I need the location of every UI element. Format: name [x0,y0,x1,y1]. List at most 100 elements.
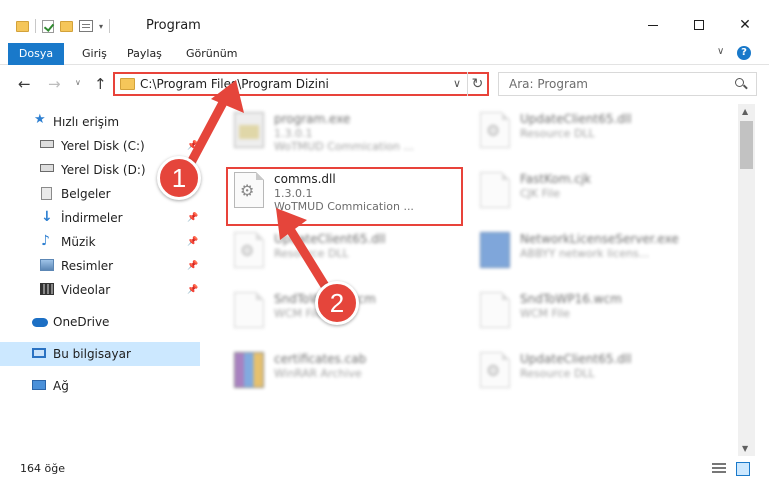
expand-ribbon-icon[interactable]: ∨ [717,46,724,57]
exe-icon [234,112,264,148]
address-path[interactable]: C:\Program Files\Program Dizini [140,77,329,91]
tab-home[interactable]: Giriş [72,43,117,65]
drive-icon [40,140,54,148]
navigation-bar: ← → ∨ ↑ C:\Program Files\Program Dizini … [0,66,769,102]
search-input[interactable]: Ara: Program [509,77,588,91]
file-item-networklicenseserver[interactable]: NetworkLicenseServer.exe ABBYY network l… [472,226,712,274]
maximize-icon [694,20,704,30]
file-item-updateclient[interactable]: UpdateClient65.dll Resource DLL [472,346,712,394]
sidebar-item-videos[interactable]: Videolar 📌 [0,278,200,302]
close-button[interactable]: ✕ [722,10,768,40]
sidebar-item-label: İndirmeler [61,211,123,225]
file-type: Resource DLL [520,127,595,140]
file-name: UpdateClient65.dll [520,352,632,366]
close-icon: ✕ [739,17,751,33]
sidebar-item-label: Videolar [61,283,111,297]
folder-icon [16,20,29,32]
recent-locations-chevron-icon[interactable]: ∨ [75,78,81,87]
file-type: Resource DLL [520,367,595,380]
file-name: UpdateClient65.dll [274,232,386,246]
sidebar-item-pictures[interactable]: Resimler 📌 [0,254,200,278]
sidebar-item-label: Belgeler [61,187,111,201]
pin-icon[interactable]: 📌 [187,213,198,223]
step-badge-1: 1 [157,156,201,200]
download-icon: ↓ [41,209,53,225]
drive-icon [40,164,54,172]
music-icon: ♪ [41,233,50,249]
dll-icon [480,352,510,388]
sidebar-item-local-disk-c[interactable]: Yerel Disk (C:) 📌 [0,134,200,158]
sidebar-item-label: Yerel Disk (C:) [61,139,145,153]
file-description: WoTMUD Commication ... [274,140,414,153]
scroll-up-icon[interactable]: ▲ [742,107,748,116]
minimize-icon [648,24,658,26]
file-item-program-exe[interactable]: program.exe 1.3.0.1 WoTMUD Commication .… [226,106,466,154]
file-name: certificates.cab [274,352,367,366]
file-type: WinRAR Archive [274,367,362,380]
pin-icon[interactable]: 📌 [187,141,198,151]
ribbon-tabs: Dosya Giriş Paylaş Görünüm ∨ ? [0,40,769,65]
file-description: ABBYY network licens... [520,247,650,260]
forward-arrow-icon[interactable]: → [48,75,61,93]
star-icon: ★ [34,112,46,127]
minimize-button[interactable] [630,10,676,40]
title-bar: ▾ Program ✕ [0,0,769,40]
pin-icon[interactable]: 📌 [187,285,198,295]
help-icon[interactable]: ? [737,46,751,60]
customize-view-icon[interactable] [79,20,93,32]
pictures-icon [40,259,54,271]
sidebar-item-label: Bu bilgisayar [53,347,131,361]
separator [109,19,111,33]
details-view-icon[interactable] [712,463,726,475]
tab-file[interactable]: Dosya [8,43,64,65]
tiles-view-icon[interactable] [736,462,750,476]
sidebar-item-onedrive[interactable]: OneDrive [0,310,200,334]
highlight-box-comms-dll [226,167,463,226]
scrollbar-thumb[interactable] [740,121,753,169]
file-item-certificates-cab[interactable]: certificates.cab WinRAR Archive [226,346,466,394]
dll-icon [480,112,510,148]
file-item-sndtowp16[interactable]: SndToWP16.wcm WCM File [472,286,712,334]
file-type: WCM File [520,307,570,320]
up-arrow-icon[interactable]: ↑ [94,75,107,93]
sidebar-item-music[interactable]: ♪ Müzik 📌 [0,230,200,254]
sidebar-item-network[interactable]: Ağ [0,374,200,398]
search-box[interactable]: Ara: Program [498,72,757,96]
file-name: NetworkLicenseServer.exe [520,232,679,246]
tab-share[interactable]: Paylaş [117,43,172,65]
app-icon [480,232,510,268]
computer-icon [32,348,46,358]
back-arrow-icon[interactable]: ← [18,75,31,93]
sidebar-item-quick-access[interactable]: ★ Hızlı erişim [0,110,200,134]
sidebar-item-label: OneDrive [53,315,110,329]
sidebar-item-downloads[interactable]: ↓ İndirmeler 📌 [0,206,200,230]
window-title: Program [146,18,201,33]
new-folder-icon[interactable] [60,20,73,32]
search-icon[interactable] [735,78,744,87]
network-icon [32,380,46,390]
tab-view[interactable]: Görünüm [176,43,247,65]
pin-icon[interactable]: 📌 [187,261,198,271]
address-chevron-down-icon[interactable]: ∨ [453,77,461,90]
vertical-scrollbar[interactable]: ▲ ▼ [738,104,755,456]
sidebar-item-this-pc[interactable]: Bu bilgisayar [0,342,200,366]
folder-icon [120,78,135,90]
file-version: 1.3.0.1 [274,127,313,140]
quick-access-toolbar: ▾ [16,17,111,35]
file-name: UpdateClient65.dll [520,112,632,126]
address-bar[interactable]: C:\Program Files\Program Dizini ∨ ↻ [113,72,489,96]
sidebar-item-label: Hızlı erişim [53,115,120,129]
maximize-button[interactable] [676,10,722,40]
file-item-fastkom[interactable]: FastKom.cjk CJK File [472,166,712,214]
separator [35,19,36,33]
file-item-updateclient[interactable]: UpdateClient65.dll Resource DLL [226,226,466,274]
refresh-icon[interactable]: ↻ [467,72,487,96]
properties-check-icon[interactable] [42,19,54,33]
pin-icon[interactable]: 📌 [187,237,198,247]
chevron-down-icon[interactable]: ▾ [99,22,103,31]
cloud-icon [32,318,48,327]
scroll-down-icon[interactable]: ▼ [742,444,748,453]
file-item-updateclient[interactable]: UpdateClient65.dll Resource DLL [472,106,712,154]
item-count: 164 öğe [20,462,65,475]
step-badge-2: 2 [315,281,359,325]
